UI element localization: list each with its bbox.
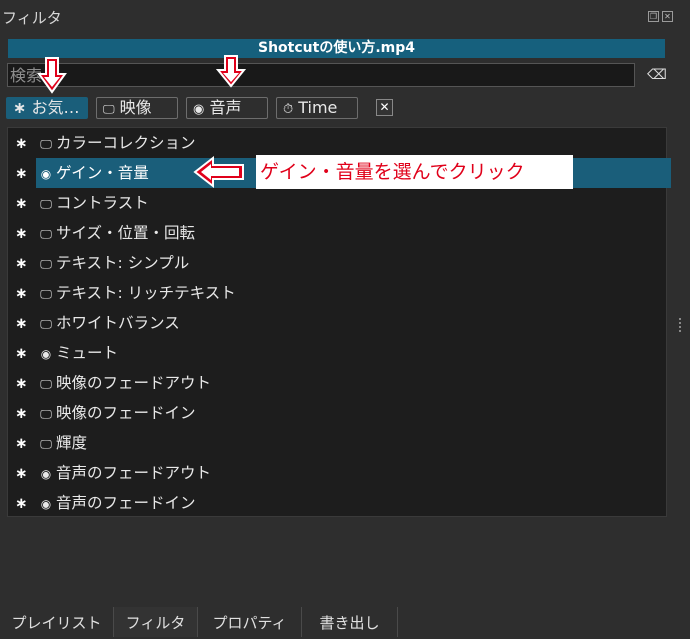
list-item[interactable]: ∗ ◉ ミュート bbox=[8, 338, 666, 368]
filter-label: テキスト: リッチテキスト bbox=[56, 284, 236, 302]
clip-name-bar: Shotcutの使い方.mp4 bbox=[8, 39, 665, 58]
chip-video-label: 映像 bbox=[119, 98, 152, 117]
filter-label: 映像のフェードアウト bbox=[56, 374, 212, 392]
monitor-icon: 🖵 bbox=[40, 317, 52, 331]
list-item[interactable]: ∗ ◉ 音声のフェードイン bbox=[8, 488, 666, 518]
filter-label: コントラスト bbox=[56, 194, 149, 212]
audio-icon: ◉ bbox=[193, 102, 205, 117]
favorite-star-icon[interactable]: ∗ bbox=[15, 194, 29, 212]
favorite-star-icon[interactable]: ∗ bbox=[15, 134, 29, 152]
tab-filter[interactable]: フィルタ bbox=[114, 607, 198, 637]
tab-export[interactable]: 書き出し bbox=[302, 607, 398, 637]
favorite-star-icon[interactable]: ∗ bbox=[15, 374, 29, 392]
down-arrow-icon bbox=[37, 57, 67, 94]
close-icon: ✕ bbox=[379, 100, 390, 114]
list-item[interactable]: ∗ 🖵 テキスト: リッチテキスト bbox=[8, 278, 666, 308]
monitor-icon: 🖵 bbox=[40, 197, 52, 211]
filter-label: 音声のフェードイン bbox=[56, 494, 196, 512]
audio-icon: ◉ bbox=[40, 497, 52, 511]
close-chips-button[interactable]: ✕ bbox=[376, 99, 393, 116]
filter-label: ホワイトバランス bbox=[56, 314, 180, 332]
list-item[interactable]: ∗ 🖵 サイズ・位置・回転 bbox=[8, 218, 666, 248]
panel-title: フィルタ bbox=[2, 9, 62, 27]
list-item[interactable]: ∗ ◉ 音声のフェードアウト bbox=[8, 458, 666, 488]
filter-label: 輝度 bbox=[56, 434, 88, 452]
annotation-callout: ゲイン・音量を選んでクリック bbox=[256, 155, 573, 189]
resize-grip[interactable] bbox=[679, 318, 683, 332]
filter-label: 音声のフェードアウト bbox=[56, 464, 212, 482]
tab-properties[interactable]: プロパティ bbox=[198, 607, 302, 637]
favorite-star-icon[interactable]: ∗ bbox=[15, 344, 29, 362]
chip-time-label: Time bbox=[298, 98, 338, 117]
favorite-star-icon[interactable]: ∗ bbox=[15, 404, 29, 422]
list-item[interactable]: ∗ 🖵 映像のフェードイン bbox=[8, 398, 666, 428]
backspace-icon: ⌫ bbox=[647, 67, 667, 83]
list-item[interactable]: ∗ 🖵 輝度 bbox=[8, 428, 666, 458]
monitor-icon: 🖵 bbox=[40, 257, 52, 271]
star-icon: ∗ bbox=[13, 98, 27, 117]
monitor-icon: 🖵 bbox=[40, 377, 52, 391]
monitor-icon: 🖵 bbox=[40, 287, 52, 301]
filter-label: ゲイン・音量 bbox=[56, 164, 149, 182]
filter-label: サイズ・位置・回転 bbox=[56, 224, 196, 242]
filter-label: テキスト: シンプル bbox=[56, 254, 190, 272]
favorite-star-icon[interactable]: ∗ bbox=[15, 224, 29, 242]
clear-search-button[interactable]: ⌫ bbox=[646, 66, 668, 84]
chip-time[interactable]: ⏱ Time bbox=[276, 97, 358, 119]
list-item[interactable]: ∗ 🖵 カラーコレクション bbox=[8, 128, 666, 158]
favorite-star-icon[interactable]: ∗ bbox=[15, 434, 29, 452]
panel-titlebar: フィルタ ❐ ✕ bbox=[0, 0, 690, 30]
list-item[interactable]: ∗ 🖵 コントラスト bbox=[8, 188, 666, 218]
chip-video[interactable]: 🖵 映像 bbox=[96, 97, 178, 119]
monitor-icon: 🖵 bbox=[40, 437, 52, 451]
favorite-star-icon[interactable]: ∗ bbox=[15, 254, 29, 272]
audio-icon: ◉ bbox=[40, 347, 52, 361]
filter-label: ミュート bbox=[56, 344, 119, 362]
filter-label: カラーコレクション bbox=[56, 134, 196, 152]
chip-favorites[interactable]: ∗ お気… bbox=[6, 97, 88, 119]
list-item[interactable]: ∗ 🖵 ホワイトバランス bbox=[8, 308, 666, 338]
search-input[interactable]: 検索 bbox=[7, 63, 635, 87]
list-item[interactable]: ∗ 🖵 テキスト: シンプル bbox=[8, 248, 666, 278]
list-item[interactable]: ∗ 🖵 映像のフェードアウト bbox=[8, 368, 666, 398]
favorite-star-icon[interactable]: ∗ bbox=[15, 464, 29, 482]
bottom-tab-bar: プレイリスト フィルタ プロパティ 書き出し bbox=[0, 607, 690, 637]
down-arrow-icon bbox=[216, 55, 246, 88]
chip-audio[interactable]: ◉ 音声 bbox=[186, 97, 268, 119]
monitor-icon: 🖵 bbox=[40, 227, 52, 241]
monitor-icon: 🖵 bbox=[40, 137, 52, 151]
audio-icon: ◉ bbox=[40, 467, 52, 481]
favorite-star-icon[interactable]: ∗ bbox=[15, 164, 29, 182]
stopwatch-icon: ⏱ bbox=[283, 102, 294, 117]
monitor-icon: 🖵 bbox=[40, 407, 52, 421]
chip-favorites-label: お気… bbox=[31, 98, 80, 117]
float-icon[interactable]: ❐ bbox=[648, 11, 659, 22]
monitor-icon: 🖵 bbox=[103, 102, 115, 116]
audio-icon: ◉ bbox=[40, 167, 52, 181]
close-icon[interactable]: ✕ bbox=[662, 11, 673, 22]
filter-label: 映像のフェードイン bbox=[56, 404, 196, 422]
favorite-star-icon[interactable]: ∗ bbox=[15, 284, 29, 302]
favorite-star-icon[interactable]: ∗ bbox=[15, 494, 29, 512]
tab-playlist[interactable]: プレイリスト bbox=[0, 607, 114, 637]
left-arrow-icon bbox=[193, 156, 244, 188]
chip-audio-label: 音声 bbox=[209, 98, 242, 117]
favorite-star-icon[interactable]: ∗ bbox=[15, 314, 29, 332]
